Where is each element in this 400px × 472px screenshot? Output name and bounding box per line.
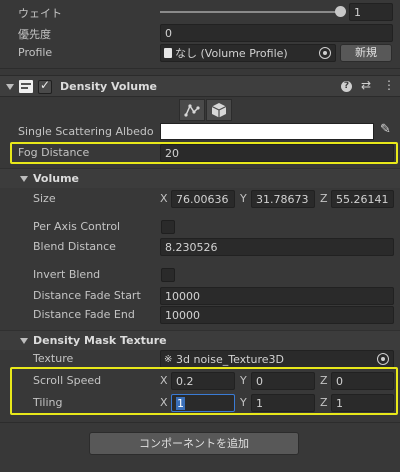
preset-icon[interactable]: ⇄ [361,78,371,92]
per-axis-label: Per Axis Control [33,220,121,233]
help-icon[interactable]: ? [341,81,352,92]
invert-checkbox[interactable] [161,268,175,282]
albedo-color-swatch[interactable] [160,123,374,140]
texture-field[interactable]: ※ 3d noise_Texture3D [160,350,394,368]
texture-picker-icon[interactable] [377,353,389,365]
add-component-button[interactable]: コンポーネントを追加 [89,432,299,455]
edit-shape-icon [184,104,200,117]
fade-start-row: Distance Fade Start 10000 [0,286,400,306]
fade-end-row: Distance Fade End 10000 [0,305,400,325]
edit-bounds-button[interactable] [179,99,205,121]
texture-label: Texture [33,352,74,365]
priority-input[interactable]: 0 [160,24,393,42]
blend-label: Blend Distance [33,240,116,253]
volume-foldout-arrow-icon[interactable] [20,176,28,182]
volume-header: Volume [33,172,79,185]
mask-foldout[interactable]: Density Mask Texture [0,330,400,350]
checkmark-icon: ✓ [40,78,51,92]
weight-slider-handle[interactable] [335,6,346,17]
size-label: Size [33,192,56,205]
per-axis-checkbox[interactable] [161,220,175,234]
weight-label: ウェイト [18,7,62,20]
albedo-row: Single Scattering Albedo ✎ [0,122,400,142]
size-z-axis-label: Z [320,192,328,205]
eyedropper-icon[interactable]: ✎ [380,122,391,137]
file-icon [164,48,172,58]
texture-value: 3d noise_Texture3D [176,353,284,366]
size-row: Size X 76.00636 Y 31.78673 Z 55.26141 [0,189,400,209]
weight-slider-track[interactable] [160,11,344,13]
profile-label: Profile [18,46,53,59]
per-axis-row: Per Axis Control [0,217,400,237]
fade-end-label: Distance Fade End [33,308,135,321]
volume-foldout[interactable]: Volume [0,168,400,188]
edit-volume-button[interactable] [206,99,232,121]
mask-header: Density Mask Texture [33,334,167,347]
priority-row: 優先度 0 [0,23,400,43]
texture-row: Texture ※ 3d noise_Texture3D [0,349,400,369]
priority-label: 優先度 [18,28,51,41]
size-y-axis-label: Y [240,192,247,205]
profile-row: Profile なし (Volume Profile) 新規 [0,43,400,63]
size-z-input[interactable]: 55.26141 [331,190,394,208]
fade-start-input[interactable]: 10000 [160,287,394,305]
weight-input[interactable]: 1 [349,3,393,21]
context-menu-icon[interactable]: ⋮ [383,78,395,92]
size-x-input[interactable]: 76.00636 [171,190,235,208]
mask-foldout-arrow-icon[interactable] [20,338,28,344]
size-x-axis-label: X [160,192,168,205]
texture-asset-icon: ※ [164,354,173,365]
density-volume-icon [19,80,33,93]
component-header[interactable]: ✓ Density Volume ? ⇄ ⋮ [0,75,400,97]
albedo-label: Single Scattering Albedo [18,125,154,138]
fade-start-label: Distance Fade Start [33,289,141,302]
invert-row: Invert Blend [0,265,400,285]
fog-distance-highlight [10,142,398,164]
blend-row: Blend Distance 8.230526 [0,237,400,257]
weight-row: ウェイト 1 [0,2,400,22]
object-picker-icon[interactable] [319,47,331,59]
component-enabled-checkbox[interactable]: ✓ [38,78,52,94]
new-profile-button[interactable]: 新規 [340,44,392,62]
scroll-tiling-highlight [10,367,398,415]
component-title: Density Volume [60,80,157,93]
cube-icon [211,103,227,118]
collapse-arrow-icon[interactable] [6,84,14,90]
size-y-input[interactable]: 31.78673 [251,190,315,208]
invert-label: Invert Blend [33,268,101,281]
profile-value: なし (Volume Profile) [175,47,288,60]
fade-end-input[interactable]: 10000 [160,306,394,324]
profile-field[interactable]: なし (Volume Profile) [160,44,336,62]
blend-input[interactable]: 8.230526 [160,238,394,256]
